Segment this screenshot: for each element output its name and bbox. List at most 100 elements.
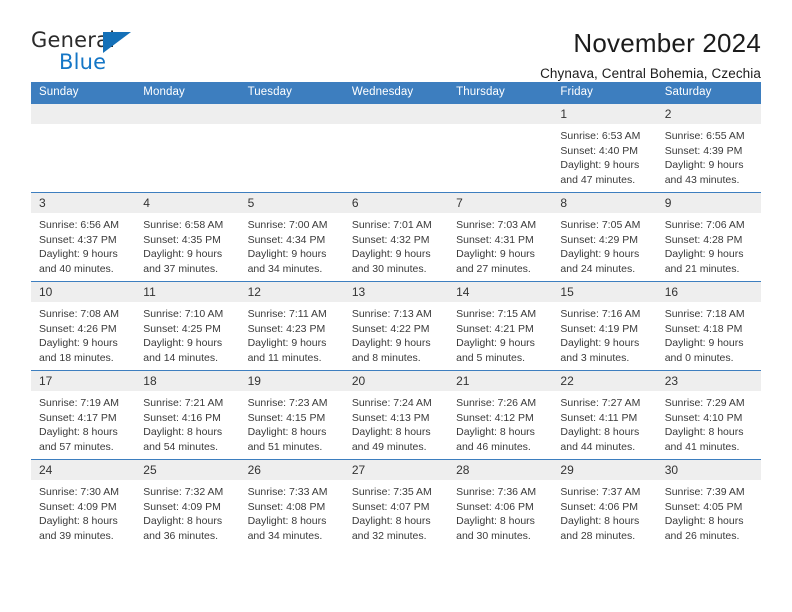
day-cell-inner: 10 Sunrise: 7:08 AM Sunset: 4:26 PM Dayligh… [31, 282, 136, 370]
calendar-day-cell[interactable]: 8 Sunrise: 7:05 AM Sunset: 4:29 PM Daylight… [552, 192, 657, 282]
sunrise-time: Sunrise: 6:58 AM [143, 219, 224, 231]
calendar-day-cell[interactable]: 21 Sunrise: 7:26 AM Sunset: 4:12 PM Dayligh… [448, 370, 553, 460]
title-block: November 2024 Chynava, Central Bohemia, … [149, 28, 761, 83]
calendar-day-cell[interactable]: 15 Sunrise: 7:16 AM Sunset: 4:19 PM Dayligh… [552, 281, 657, 371]
calendar-day-cell-empty [343, 103, 449, 193]
sunrise-time: Sunrise: 6:55 AM [664, 130, 745, 142]
calendar-day-cell[interactable]: 19 Sunrise: 7:23 AM Sunset: 4:15 PM Dayligh… [239, 370, 344, 460]
calendar-day-cell[interactable]: 24 Sunrise: 7:30 AM Sunset: 4:09 PM Dayligh… [31, 459, 136, 548]
day-number: 6 [343, 193, 449, 213]
daylight-duration-line2: and 5 minutes. [456, 351, 526, 364]
daylight-duration-line1: Daylight: 9 hours [351, 248, 431, 261]
day-details: Sunrise: 7:30 AM Sunset: 4:09 PM Daylight:… [31, 480, 135, 543]
daylight-duration-line1: Daylight: 9 hours [247, 248, 327, 261]
day-cell-inner: 17 Sunrise: 7:19 AM Sunset: 4:17 PM Dayligh… [31, 371, 136, 459]
calendar-week-row: 10 Sunrise: 7:08 AM Sunset: 4:26 PM Dayligh… [31, 281, 761, 371]
daylight-duration-line1: Daylight: 8 hours [247, 426, 327, 439]
calendar-day-cell[interactable]: 5 Sunrise: 7:00 AM Sunset: 4:34 PM Daylight… [239, 192, 344, 282]
calendar-day-cell[interactable]: 7 Sunrise: 7:03 AM Sunset: 4:31 PM Daylight… [448, 192, 553, 282]
calendar-week-row: 3 Sunrise: 6:56 AM Sunset: 4:37 PM Daylight… [31, 192, 761, 282]
day-number: 9 [656, 193, 761, 213]
calendar-day-cell[interactable]: 18 Sunrise: 7:21 AM Sunset: 4:16 PM Dayligh… [135, 370, 240, 460]
daylight-duration-line1: Daylight: 9 hours [143, 248, 223, 261]
day-details: Sunrise: 7:24 AM Sunset: 4:13 PM Daylight:… [344, 391, 448, 454]
sunrise-time: Sunrise: 7:10 AM [143, 308, 224, 320]
weekday-header-tuesday: Tuesday [239, 82, 344, 104]
calendar-day-cell[interactable]: 12 Sunrise: 7:11 AM Sunset: 4:23 PM Dayligh… [239, 281, 344, 371]
calendar-day-cell[interactable]: 9 Sunrise: 7:06 AM Sunset: 4:28 PM Daylight… [656, 192, 761, 282]
sunset-time: Sunset: 4:40 PM [560, 144, 639, 157]
day-cell-inner: 14 Sunrise: 7:15 AM Sunset: 4:21 PM Dayligh… [448, 282, 553, 370]
calendar-day-cell[interactable]: 10 Sunrise: 7:08 AM Sunset: 4:26 PM Dayligh… [31, 281, 136, 371]
day-details: Sunrise: 7:37 AM Sunset: 4:06 PM Daylight:… [552, 480, 656, 543]
day-number: 24 [31, 460, 136, 480]
day-details: Sunrise: 7:08 AM Sunset: 4:26 PM Daylight:… [31, 302, 135, 365]
calendar-day-cell[interactable]: 26 Sunrise: 7:33 AM Sunset: 4:08 PM Dayligh… [239, 459, 344, 548]
day-cell-inner [31, 104, 136, 192]
daylight-duration-line1: Daylight: 9 hours [351, 337, 431, 350]
calendar-day-cell[interactable]: 16 Sunrise: 7:18 AM Sunset: 4:18 PM Dayligh… [656, 281, 761, 371]
calendar-day-cell[interactable]: 6 Sunrise: 7:01 AM Sunset: 4:32 PM Daylight… [343, 192, 449, 282]
day-cell-inner: 16 Sunrise: 7:18 AM Sunset: 4:18 PM Dayligh… [656, 282, 761, 370]
calendar-day-cell[interactable]: 25 Sunrise: 7:32 AM Sunset: 4:09 PM Dayligh… [135, 459, 240, 548]
daylight-duration-line1: Daylight: 9 hours [247, 337, 327, 350]
calendar-day-cell[interactable]: 30 Sunrise: 7:39 AM Sunset: 4:05 PM Dayligh… [656, 459, 761, 548]
calendar-day-cell[interactable]: 28 Sunrise: 7:36 AM Sunset: 4:06 PM Dayligh… [448, 459, 553, 548]
daylight-duration-line2: and 49 minutes. [351, 440, 427, 453]
day-number: 3 [31, 193, 136, 213]
page-header: General Blue November 2024 Chynava, Cent… [31, 0, 761, 81]
day-details: Sunrise: 7:19 AM Sunset: 4:17 PM Daylight:… [31, 391, 135, 454]
daylight-duration-line1: Daylight: 8 hours [39, 515, 118, 528]
daylight-duration-line2: and 54 minutes. [143, 440, 218, 453]
calendar-day-cell[interactable]: 27 Sunrise: 7:35 AM Sunset: 4:07 PM Dayligh… [343, 459, 449, 548]
day-number [31, 104, 136, 124]
sunset-time: Sunset: 4:16 PM [143, 411, 221, 424]
weekday-header-monday: Monday [135, 82, 240, 104]
calendar-day-cell[interactable]: 2 Sunrise: 6:55 AM Sunset: 4:39 PM Daylight… [656, 103, 761, 193]
sunrise-time: Sunrise: 7:36 AM [456, 486, 537, 498]
calendar-day-cell[interactable]: 11 Sunrise: 7:10 AM Sunset: 4:25 PM Dayligh… [135, 281, 240, 371]
day-cell-inner: 27 Sunrise: 7:35 AM Sunset: 4:07 PM Dayligh… [343, 460, 449, 548]
calendar-day-cell[interactable]: 23 Sunrise: 7:29 AM Sunset: 4:10 PM Dayligh… [656, 370, 761, 460]
daylight-duration-line1: Daylight: 8 hours [143, 515, 223, 528]
daylight-duration-line2: and 30 minutes. [456, 529, 531, 542]
day-details: Sunrise: 7:36 AM Sunset: 4:06 PM Daylight:… [448, 480, 552, 543]
day-cell-inner: 6 Sunrise: 7:01 AM Sunset: 4:32 PM Daylight… [343, 193, 449, 281]
calendar-day-cell[interactable]: 4 Sunrise: 6:58 AM Sunset: 4:35 PM Daylight… [135, 192, 240, 282]
calendar-day-cell[interactable]: 22 Sunrise: 7:27 AM Sunset: 4:11 PM Dayligh… [552, 370, 657, 460]
daylight-duration-line1: Daylight: 9 hours [143, 337, 223, 350]
sunset-time: Sunset: 4:37 PM [39, 233, 117, 246]
day-details: Sunrise: 7:23 AM Sunset: 4:15 PM Daylight:… [240, 391, 344, 454]
daylight-duration-line1: Daylight: 9 hours [456, 248, 535, 261]
day-details: Sunrise: 7:29 AM Sunset: 4:10 PM Daylight:… [657, 391, 761, 454]
weekday-header-friday: Friday [552, 82, 657, 104]
calendar-day-cell-empty [239, 103, 344, 193]
sunset-time: Sunset: 4:31 PM [456, 233, 534, 246]
calendar-day-cell[interactable]: 3 Sunrise: 6:56 AM Sunset: 4:37 PM Daylight… [31, 192, 136, 282]
calendar-day-cell[interactable]: 14 Sunrise: 7:15 AM Sunset: 4:21 PM Dayligh… [448, 281, 553, 371]
calendar-day-cell[interactable]: 20 Sunrise: 7:24 AM Sunset: 4:13 PM Dayligh… [343, 370, 449, 460]
daylight-duration-line2: and 43 minutes. [664, 173, 740, 186]
sunset-time: Sunset: 4:07 PM [351, 500, 430, 513]
daylight-duration-line1: Daylight: 8 hours [351, 426, 431, 439]
day-number: 27 [343, 460, 449, 480]
day-number: 13 [343, 282, 449, 302]
day-number: 29 [552, 460, 657, 480]
daylight-duration-line2: and 57 minutes. [39, 440, 114, 453]
daylight-duration-line2: and 46 minutes. [456, 440, 531, 453]
sunrise-time: Sunrise: 7:29 AM [664, 397, 745, 409]
calendar-day-cell[interactable]: 29 Sunrise: 7:37 AM Sunset: 4:06 PM Dayligh… [552, 459, 657, 548]
day-cell-inner: 29 Sunrise: 7:37 AM Sunset: 4:06 PM Dayligh… [552, 460, 657, 548]
calendar-day-cell[interactable]: 13 Sunrise: 7:13 AM Sunset: 4:22 PM Dayligh… [343, 281, 449, 371]
page-title: November 2024 [573, 28, 761, 58]
day-details: Sunrise: 7:39 AM Sunset: 4:05 PM Daylight:… [657, 480, 761, 543]
day-cell-inner: 20 Sunrise: 7:24 AM Sunset: 4:13 PM Dayligh… [343, 371, 449, 459]
day-cell-inner: 9 Sunrise: 7:06 AM Sunset: 4:28 PM Daylight… [656, 193, 761, 281]
general-blue-logo[interactable]: General Blue [31, 28, 149, 80]
sunset-time: Sunset: 4:12 PM [456, 411, 534, 424]
calendar-day-cell[interactable]: 1 Sunrise: 6:53 AM Sunset: 4:40 PM Daylight… [552, 103, 657, 193]
calendar-day-cell[interactable]: 17 Sunrise: 7:19 AM Sunset: 4:17 PM Dayligh… [31, 370, 136, 460]
daylight-duration-line2: and 34 minutes. [247, 529, 323, 542]
weekday-header-sunday: Sunday [31, 82, 136, 104]
day-cell-inner: 25 Sunrise: 7:32 AM Sunset: 4:09 PM Dayligh… [135, 460, 240, 548]
